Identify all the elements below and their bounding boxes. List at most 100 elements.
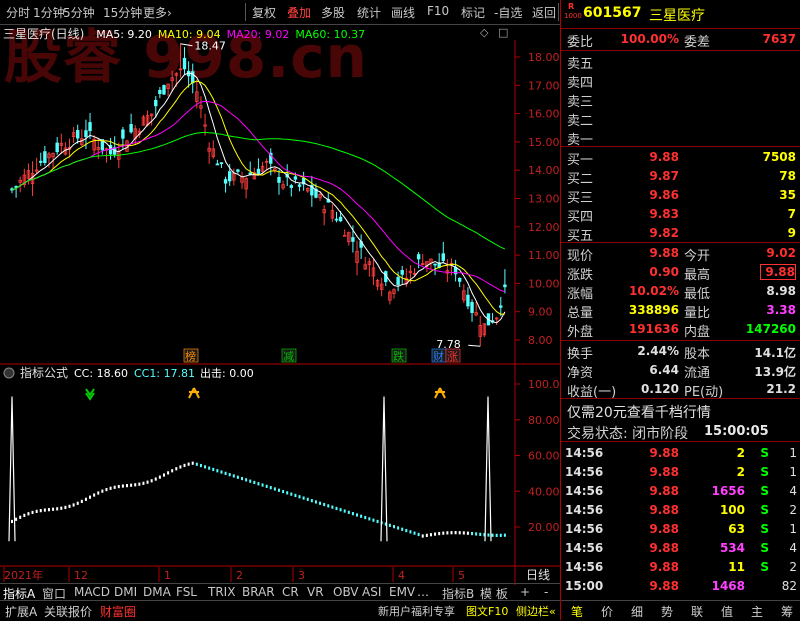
indicator-menu-icon[interactable]	[3, 367, 15, 379]
indicator-tab-3[interactable]: DMI	[114, 585, 137, 599]
toolbar-item-12[interactable]: -自选	[494, 4, 522, 21]
bottom-tab-1[interactable]: 关联报价	[44, 603, 92, 620]
bottom-tab-0[interactable]: 扩展A	[5, 603, 37, 620]
indicator-tab-7[interactable]: BRAR	[242, 585, 275, 599]
indicator-tick-label: 20.00	[528, 521, 560, 534]
quote-tab-7[interactable]: 筹	[781, 603, 793, 620]
indicator-tab-8[interactable]: CR	[282, 585, 299, 599]
candle-body	[162, 85, 166, 95]
kline-chart[interactable]: 18.0017.0016.0015.0014.0013.0012.0011.00…	[0, 40, 560, 585]
bid-row[interactable]: 买五 9.82 9	[561, 224, 800, 244]
quote-tab-4[interactable]: 联	[691, 603, 703, 620]
tick-row: 14:56 9.88 63 S 1	[561, 520, 800, 540]
fund-value: 21.2	[766, 382, 796, 396]
price-tick-label: 13.00	[528, 193, 560, 206]
fund-row: 换手 2.44% 股本 14.1亿	[561, 342, 800, 362]
bid-price: 9.86	[649, 188, 679, 202]
ask-row[interactable]: 卖五	[561, 52, 800, 72]
price-tick-label: 10.00	[528, 277, 560, 290]
quote-tab-1[interactable]: 价	[601, 603, 613, 620]
event-badge-text: 榜	[185, 349, 196, 363]
stock-title: 三星医疗(日线)	[3, 27, 85, 41]
bid-row[interactable]: 买一 9.88 7508	[561, 148, 800, 168]
toolbar-item-13[interactable]: 返回	[532, 4, 556, 21]
tick-time: 14:56	[565, 465, 604, 479]
indicator-tab-13[interactable]: …	[417, 585, 429, 599]
stat-row: 外盘 191636 内盘 147260	[561, 320, 800, 340]
bottom-tab-2[interactable]: 财富圈	[100, 603, 136, 620]
divider	[561, 340, 800, 341]
candle-body	[289, 185, 294, 188]
weicha-label: 委差	[684, 35, 711, 50]
period-label[interactable]: 日线	[526, 568, 550, 582]
event-badge-text: 减	[283, 350, 294, 363]
indicator-tab-10[interactable]: OBV	[333, 585, 359, 599]
stat-label: 最低	[684, 287, 711, 302]
bid-row[interactable]: 买三 9.86 35	[561, 186, 800, 206]
chart-diamond-icon[interactable]: ◇	[480, 26, 488, 39]
xaxis-label: 4	[398, 569, 405, 582]
indicator-tabs-bar: 指标A 窗口 MACD DMI DMA FSL TRIX BRAR CR VR OBV ASI EMV……	[0, 583, 560, 601]
bid-volume: 78	[779, 169, 796, 183]
divider	[561, 28, 800, 29]
bottom-bar: 扩展A 关联报价 财富圈 新用户福利专享 图文F10 侧边栏«	[0, 600, 560, 621]
quote-tab-2[interactable]: 细	[631, 603, 643, 620]
level2-promo-text: 仅需20元查看千档行情	[567, 405, 711, 421]
candle-body	[129, 124, 133, 133]
tick-row: 14:56 9.88 2 S 1	[561, 444, 800, 464]
stat-label: 内盘	[684, 325, 711, 340]
candle-body	[55, 142, 59, 153]
indicator-tab-4[interactable]: DMA	[143, 585, 171, 599]
promo-link-2[interactable]: 侧边栏«	[516, 603, 556, 619]
indicator-tab-11[interactable]: ASI	[362, 585, 381, 599]
quote-tab-0[interactable]: 笔	[571, 603, 583, 620]
low-marker	[468, 344, 481, 347]
quote-tab-3[interactable]: 势	[661, 603, 673, 620]
indicator-tab-12[interactable]: EMV	[389, 585, 415, 599]
tick-row: 14:56 9.88 11 S 2	[561, 558, 800, 578]
ma-line-60	[11, 131, 506, 250]
promo-link-1[interactable]: 图文F10	[466, 603, 508, 619]
divider	[561, 50, 800, 51]
indicator-tab-2[interactable]: MACD	[74, 585, 110, 599]
promo-link-0[interactable]: 新用户福利专享	[378, 603, 455, 619]
candle-body	[441, 253, 445, 261]
quote-tab-5[interactable]: 值	[721, 603, 733, 620]
quote-tab-6[interactable]: 主	[751, 603, 763, 620]
ask-row[interactable]: 卖四	[561, 71, 800, 91]
fund-value: 6.44	[649, 363, 679, 377]
tick-side: S	[760, 522, 769, 536]
ask-row[interactable]: 卖二	[561, 109, 800, 129]
stat-label: 外盘	[567, 325, 594, 340]
toolbar-item-11[interactable]: 标记	[461, 4, 485, 21]
divider	[561, 146, 800, 147]
bid-row[interactable]: 买二 9.87 78	[561, 167, 800, 187]
candle-body	[88, 122, 92, 132]
tick-price: 9.88	[649, 503, 679, 517]
stat-label: 量比	[684, 306, 711, 321]
trade-status-row: 交易状态: 闭市阶段 15:00:05	[561, 422, 800, 442]
bid-row[interactable]: 买四 9.83 7	[561, 205, 800, 225]
toolbar-item-10[interactable]: F10	[427, 4, 449, 18]
stat-value: 10.02%	[629, 284, 679, 298]
price-tick-label: 8.00	[528, 334, 553, 347]
tick-side: S	[760, 503, 769, 517]
stat-value: 8.98	[766, 284, 796, 298]
indicator-tab-9[interactable]: VR	[307, 585, 324, 599]
rating-badge: R 1000	[564, 2, 582, 23]
divider	[561, 398, 800, 399]
chart-collapse-icon[interactable]: □	[498, 26, 508, 39]
indicator-tab-6[interactable]: TRIX	[208, 585, 235, 599]
indicator-tab-17[interactable]: -	[544, 585, 548, 599]
xaxis-label: 2021年	[4, 568, 43, 582]
indicator-tab-5[interactable]: FSL	[176, 585, 197, 599]
level2-promo[interactable]: 仅需20元查看千档行情	[561, 401, 800, 421]
trade-status-label: 交易状态: 闭市阶段	[567, 426, 689, 442]
ask-row[interactable]: 卖一	[561, 128, 800, 148]
toolbar-item-9[interactable]: 画线	[391, 4, 415, 21]
indicator-cc: CC: 18.60	[74, 367, 128, 380]
indicator-tab-16[interactable]: +	[520, 585, 530, 599]
stat-label: 今开	[684, 249, 711, 264]
tick-count: 1	[789, 465, 797, 479]
ask-row[interactable]: 卖三	[561, 90, 800, 110]
